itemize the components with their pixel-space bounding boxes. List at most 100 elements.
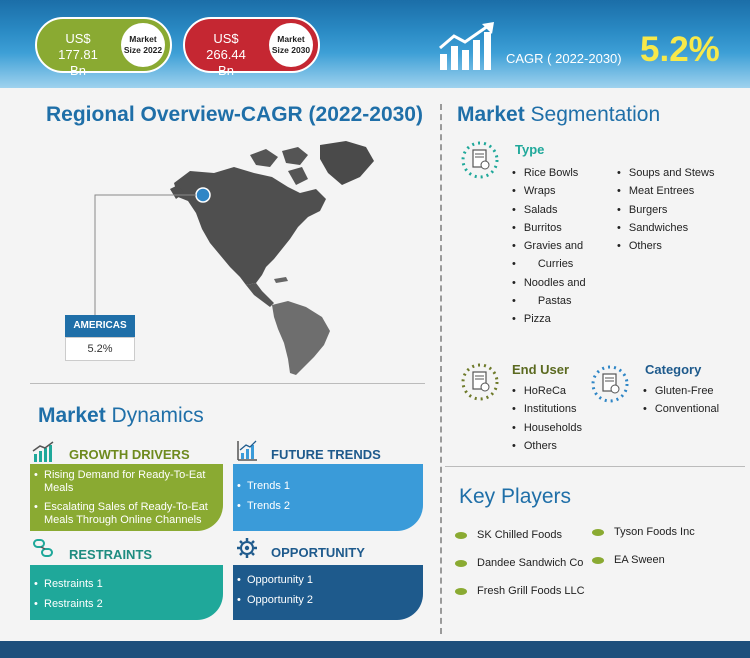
regional-overview-title: Regional Overview-CAGR (2022-2030): [46, 103, 423, 126]
opportunity-box: Opportunity 1 Opportunity 2: [233, 565, 423, 620]
list-item: Institutions: [512, 400, 582, 418]
label-line: Size 2030: [271, 45, 311, 55]
market-size-2030-label: Market Size 2030: [269, 23, 313, 67]
americas-callout: AMERICAS 5.2%: [65, 315, 135, 361]
list-item: Meat Entrees: [617, 182, 714, 200]
list-item: Rising Demand for Ready-To-Eat Meals: [30, 469, 223, 494]
list-item: Pastas: [512, 292, 586, 310]
key-player-name: Tyson Foods Inc: [614, 526, 695, 538]
list-item: Others: [512, 437, 582, 455]
type-list-col1: Rice Bowls Wraps Salads Burritos Gravies…: [512, 164, 586, 329]
restraints-box: Restraints 1 Restraints 2: [30, 565, 223, 620]
end-user-list: HoReCa Institutions Households Others: [512, 382, 582, 455]
footer-bar: [0, 641, 750, 658]
vertical-divider: [440, 104, 442, 634]
bar-growth-icon: [32, 441, 54, 462]
list-item: Restraints 1: [30, 574, 223, 594]
list-item: Others: [617, 237, 714, 255]
key-player-name: Fresh Grill Foods LLC: [477, 585, 585, 597]
market-size-2030-pill: US$ 266.44 Bn Market Size 2030: [183, 17, 320, 78]
gear-opportunity-icon: [237, 538, 257, 558]
future-trends-heading: FUTURE TRENDS: [271, 447, 381, 462]
category-heading: Category: [645, 362, 702, 377]
restraint-chain-icon: [33, 539, 53, 557]
growth-drivers-heading: GROWTH DRIVERS: [69, 447, 190, 462]
region-cagr-value: 5.2%: [65, 337, 135, 361]
divider: [30, 383, 425, 384]
market-segmentation-title: Market Segmentation: [457, 103, 660, 127]
bullet-dot: [592, 528, 604, 536]
bullet-dot: [455, 559, 467, 567]
key-player-name: EA Sween: [614, 554, 665, 566]
americas-map: [170, 141, 374, 375]
list-item: Pizza: [512, 310, 586, 328]
cagr-value: 5.2%: [640, 30, 720, 69]
bullet-dot: [455, 531, 467, 539]
list-item: Burritos: [512, 219, 586, 237]
region-label: AMERICAS: [65, 315, 135, 337]
trend-chart-icon: [237, 440, 257, 461]
title-rest: Dynamics: [105, 404, 204, 427]
list-item: Restraints 2: [30, 594, 223, 614]
key-player: Fresh Grill Foods LLC: [455, 585, 585, 597]
list-item: Burgers: [617, 201, 714, 219]
value-line: US$ 177.81: [58, 31, 98, 62]
end-user-heading: End User: [512, 362, 570, 377]
list-item: HoReCa: [512, 382, 582, 400]
key-player: Tyson Foods Inc: [592, 526, 695, 538]
header-banner: US$ 177.81 Bn Market Size 2022 US$ 266.4…: [0, 0, 750, 88]
key-player: EA Sween: [592, 554, 665, 566]
divider: [445, 466, 745, 467]
future-trends-box: Trends 1 Trends 2: [233, 464, 423, 531]
restraints-heading: RESTRAINTS: [69, 547, 153, 562]
market-size-2022-value: US$ 177.81 Bn: [45, 31, 111, 79]
document-chart-icon: [461, 141, 499, 179]
bullet-dot: [455, 587, 467, 595]
list-item: Curries: [512, 255, 586, 273]
list-item: Salads: [512, 201, 586, 219]
value-unit: Bn: [218, 63, 234, 78]
list-item: Rice Bowls: [512, 164, 586, 182]
key-player-name: Dandee Sandwich Co: [477, 557, 584, 569]
list-item: Trends 2: [233, 496, 423, 516]
list-item: Conventional: [643, 400, 719, 418]
title-bold: Market: [38, 404, 106, 427]
label-line: Market: [277, 34, 305, 44]
list-item: Wraps: [512, 182, 586, 200]
list-item: Gravies and: [512, 237, 586, 255]
opportunity-heading: OPPORTUNITY: [271, 545, 365, 560]
label-line: Market: [129, 34, 157, 44]
value-unit: Bn: [70, 63, 86, 78]
bullet-dot: [592, 556, 604, 564]
market-size-2022-pill: US$ 177.81 Bn Market Size 2022: [35, 17, 172, 78]
list-item: Trends 1: [233, 476, 423, 496]
list-item: Opportunity 1: [233, 570, 423, 590]
list-item: Gluten-Free: [643, 382, 719, 400]
market-dynamics-title: Market Dynamics: [38, 404, 204, 428]
market-size-2022-label: Market Size 2022: [121, 23, 165, 67]
title-bold: Market: [457, 103, 525, 126]
key-player: SK Chilled Foods: [455, 529, 562, 541]
growth-drivers-box: Rising Demand for Ready-To-Eat Meals Esc…: [30, 464, 223, 531]
type-heading: Type: [515, 142, 545, 157]
growth-chart-icon: [439, 22, 494, 70]
type-list-col2: Soups and Stews Meat Entrees Burgers San…: [617, 164, 715, 255]
document-chart-icon: [591, 365, 629, 403]
list-item: Noodles and: [512, 274, 586, 292]
list-item: Households: [512, 419, 582, 437]
list-item: Opportunity 2: [233, 590, 423, 610]
list-item-cont: Curries: [537, 258, 574, 271]
market-size-2030-value: US$ 266.44 Bn: [193, 31, 259, 79]
list-item: Soups and Stews: [617, 164, 715, 182]
label-line: Size 2022: [123, 45, 163, 55]
title-rest: Segmentation: [524, 103, 661, 126]
list-item: Sandwiches: [617, 219, 714, 237]
list-item: Escalating Sales of Ready-To-Eat Meals T…: [30, 501, 223, 526]
key-player-name: SK Chilled Foods: [477, 529, 562, 541]
document-chart-icon: [461, 363, 499, 401]
key-player: Dandee Sandwich Co: [455, 557, 583, 569]
cagr-label: CAGR ( 2022-2030): [506, 51, 622, 66]
category-list: Gluten-Free Conventional: [643, 382, 719, 419]
value-line: US$ 266.44: [206, 31, 246, 62]
list-item-cont: Pastas: [537, 295, 572, 308]
